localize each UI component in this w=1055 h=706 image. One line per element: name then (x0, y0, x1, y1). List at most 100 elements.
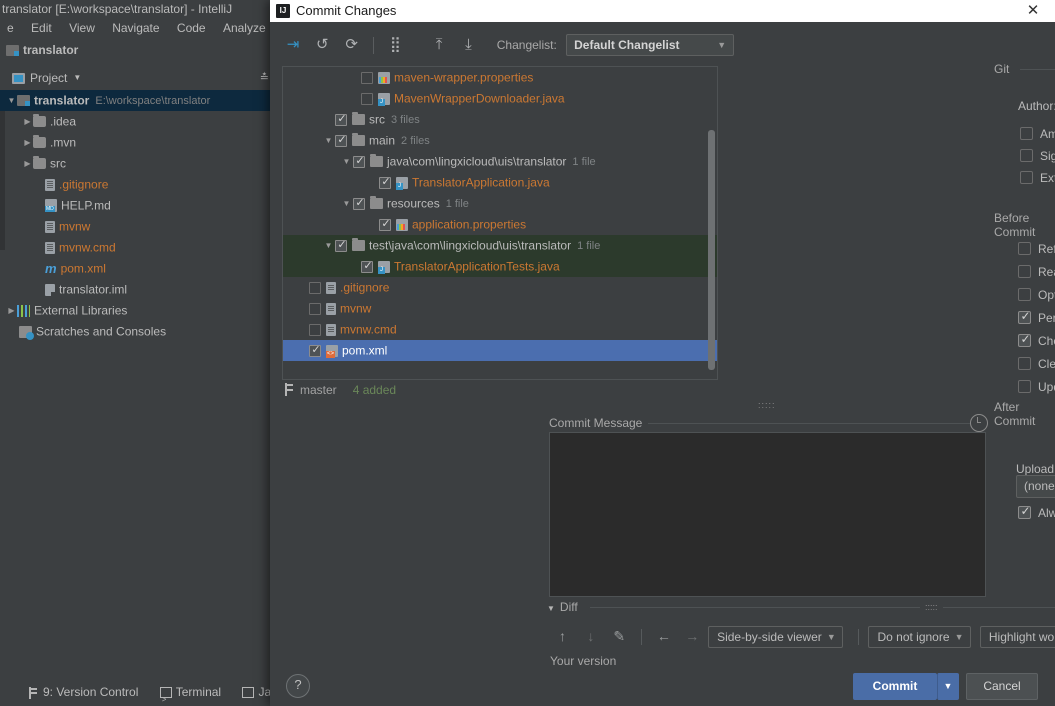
statusbar-terminal[interactable]: Terminal (151, 678, 230, 706)
help-button[interactable]: ? (286, 674, 310, 698)
amend-commit-row[interactable]: Amend commit (1020, 126, 1055, 141)
expand-all-icon[interactable]: ⤒ (426, 32, 452, 58)
file-checkbox[interactable] (309, 323, 321, 336)
file-checkbox[interactable] (335, 236, 348, 254)
extra-commit-renames-checkbox[interactable] (1020, 171, 1033, 185)
tree-item-scratches[interactable]: Scratches and Consoles (0, 321, 271, 342)
commit-button[interactable]: Commit (853, 673, 937, 700)
show-diff-icon[interactable]: ⇥ (280, 32, 306, 58)
chevron-down-icon[interactable]: ▼ (73, 73, 81, 82)
menu-item-file[interactable]: e (0, 18, 21, 39)
check-todo-checkbox[interactable] (1018, 330, 1032, 349)
file-row-mvnw[interactable]: mvnw (283, 298, 717, 319)
file-row-application-properties[interactable]: application.properties (283, 214, 717, 235)
changelist-select[interactable]: Default Changelist ▼ (566, 34, 735, 56)
file-checkbox[interactable] (379, 215, 392, 233)
reformat-code-row[interactable]: Reformat code (1018, 241, 1055, 256)
tree-item-mvnw-cmd[interactable]: mvnw.cmd (0, 237, 271, 258)
tree-item-translator[interactable]: ▼ translator E:\workspace\translator (0, 90, 271, 111)
extra-commit-renames-row[interactable]: Extra commit for .java > .kt renames (1020, 170, 1055, 185)
perform-code-analysis-checkbox[interactable] (1018, 307, 1032, 326)
expand-arrow-icon[interactable]: ▶ (22, 153, 33, 174)
file-row-src[interactable]: src 3 files (283, 109, 717, 130)
project-toolwindow-header[interactable]: Project ▼ ≛ (0, 67, 275, 89)
scrollbar-thumb[interactable] (708, 130, 715, 370)
ignore-mode-select[interactable]: Do not ignore ▼ (868, 625, 971, 648)
file-row-maven-wrapper-properties[interactable]: maven-wrapper.properties (283, 67, 717, 88)
file-tree-scrollbar[interactable] (707, 68, 716, 378)
menu-item-navigate[interactable]: Navigate (105, 18, 166, 39)
optimize-imports-row[interactable]: Optimize imports (1018, 287, 1055, 302)
sign-off-commit-checkbox[interactable] (1020, 149, 1033, 163)
splitter-handle[interactable]: ::::: (758, 400, 776, 410)
tree-item-mvnw[interactable]: mvnw (0, 216, 271, 237)
reformat-code-checkbox[interactable] (1018, 242, 1031, 256)
ide-project-tree[interactable]: ▼ translator E:\workspace\translator ▶ .ide… (0, 90, 271, 650)
upload-server-select[interactable]: (none) ▼ (1016, 475, 1055, 498)
file-checkbox[interactable] (353, 152, 366, 170)
changed-files-tree[interactable]: maven-wrapper.properties MavenWrapperDow… (282, 66, 718, 380)
previous-difference-icon[interactable]: ↑ (550, 624, 575, 649)
revert-icon[interactable]: ↺ (309, 32, 335, 58)
diff-toolbar[interactable]: ↑ ↓ ✎ ← → Side-by-side viewer ▼ Do not i… (550, 624, 1055, 652)
always-use-server-checkbox[interactable] (1018, 502, 1032, 521)
check-todo-row[interactable]: Check TODO (Show All)Configure (1018, 330, 1055, 349)
file-checkbox[interactable] (353, 194, 366, 212)
menu-item-edit[interactable]: Edit (24, 18, 59, 39)
menu-item-analyze[interactable]: Analyze (216, 18, 273, 39)
file-checkbox[interactable] (309, 341, 322, 359)
accept-right-icon[interactable]: → (680, 624, 705, 649)
group-by-icon[interactable]: ⣿ (382, 32, 408, 58)
commit-message-input[interactable] (549, 432, 986, 597)
menu-item-code[interactable]: Code (170, 18, 213, 39)
tree-item-translator-iml[interactable]: translator.iml (0, 279, 271, 300)
expand-arrow-icon[interactable]: ▶ (22, 111, 33, 132)
menu-item-view[interactable]: View (62, 18, 102, 39)
close-icon[interactable]: ✕ (1011, 0, 1055, 22)
ide-menubar[interactable]: e Edit View Navigate Code Analyze R (0, 18, 275, 39)
commit-options-dropdown[interactable]: ▼ (937, 673, 959, 700)
file-row-test-package[interactable]: ▼ test\java\com\lingxicloud\uis\translato… (283, 235, 717, 256)
rearrange-code-checkbox[interactable] (1018, 265, 1031, 279)
tree-item-idea[interactable]: ▶ .idea (0, 111, 271, 132)
viewer-mode-select[interactable]: Side-by-side viewer ▼ (708, 625, 843, 648)
always-use-server-row[interactable]: Always use selected server or group of s… (1018, 502, 1055, 521)
ide-statusbar[interactable]: 9: Version Control Terminal Jav (0, 678, 275, 706)
chevron-down-icon[interactable]: ▼ (547, 604, 555, 613)
file-row-translator-application[interactable]: TranslatorApplication.java (283, 172, 717, 193)
expand-arrow-icon[interactable]: ▶ (6, 300, 17, 321)
file-row-pom-xml[interactable]: pom.xml (283, 340, 717, 361)
statusbar-version-control[interactable]: 9: Version Control (0, 678, 147, 706)
update-copyright-row[interactable]: Update copyright (1018, 379, 1055, 394)
file-row-main[interactable]: ▼ main 2 files (283, 130, 717, 151)
file-checkbox[interactable] (309, 302, 321, 315)
file-row-java-package[interactable]: ▼ java\com\lingxicloud\uis\translator 1 fi… (283, 151, 717, 172)
sign-off-commit-row[interactable]: Sign-off commit (1020, 148, 1055, 163)
amend-commit-checkbox[interactable] (1020, 127, 1033, 141)
tree-item-external-libraries[interactable]: ▶ External Libraries (0, 300, 271, 321)
file-checkbox[interactable] (335, 110, 348, 128)
expand-arrow-icon[interactable]: ▼ (322, 235, 335, 256)
history-clock-icon[interactable] (970, 414, 988, 432)
cleanup-row[interactable]: Cleanup (1018, 356, 1055, 371)
file-row-gitignore[interactable]: .gitignore (283, 277, 717, 298)
file-checkbox[interactable] (361, 257, 374, 275)
next-difference-icon[interactable]: ↓ (578, 624, 603, 649)
edit-source-icon[interactable]: ✎ (607, 624, 632, 649)
tree-item-gitignore[interactable]: .gitignore (0, 174, 271, 195)
rearrange-code-row[interactable]: Rearrange code (1018, 264, 1055, 279)
file-row-mvnw-cmd[interactable]: mvnw.cmd (283, 319, 717, 340)
accept-left-icon[interactable]: ← (651, 624, 676, 649)
collapse-all-icon[interactable]: ≛ (260, 67, 269, 89)
collapse-all-icon[interactable]: ⤓ (455, 32, 481, 58)
tree-item-mvn[interactable]: ▶ .mvn (0, 132, 271, 153)
perform-code-analysis-row[interactable]: Perform code analysis (1018, 307, 1055, 326)
file-checkbox[interactable] (361, 71, 373, 84)
statusbar-java[interactable]: Jav (233, 678, 275, 706)
expand-arrow-icon[interactable]: ▼ (322, 130, 335, 151)
cleanup-checkbox[interactable] (1018, 357, 1031, 371)
tree-item-pom-xml[interactable]: m pom.xml (0, 258, 271, 279)
diff-section-header[interactable]: ▼ Diff (547, 600, 578, 614)
file-checkbox[interactable] (379, 173, 392, 191)
optimize-imports-checkbox[interactable] (1018, 288, 1031, 302)
